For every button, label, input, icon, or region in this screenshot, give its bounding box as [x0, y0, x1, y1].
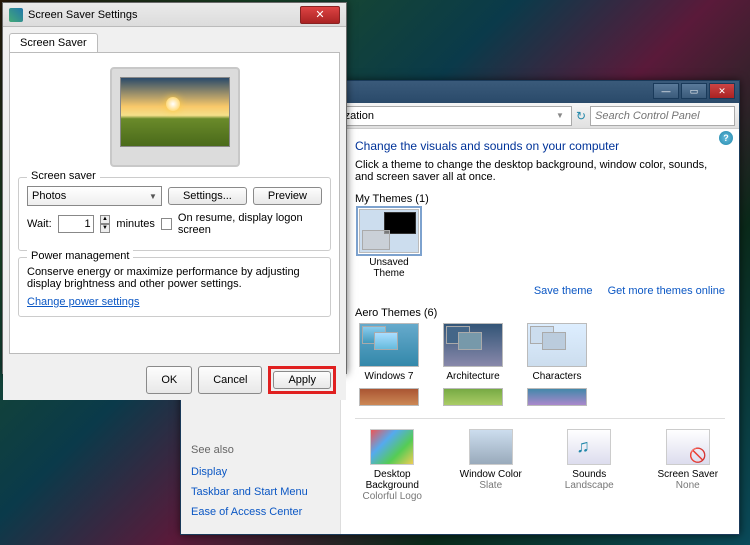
pm-legend: Power management [27, 250, 133, 262]
dialog-titlebar[interactable]: Screen Saver Settings ✕ [3, 3, 346, 27]
wait-input[interactable] [58, 215, 94, 233]
chevron-down-icon[interactable]: ▼ [556, 111, 564, 120]
theme-thumb [527, 323, 587, 367]
ok-button[interactable]: OK [146, 366, 192, 394]
resume-label: On resume, display logon screen [178, 212, 322, 236]
window-color-link[interactable]: Window Color Slate [454, 429, 529, 502]
theme-item-unsaved[interactable]: Unsaved Theme [355, 209, 423, 279]
screensaver-select[interactable]: Photos ▼ [27, 186, 162, 206]
dialog-title: Screen Saver Settings [28, 9, 300, 21]
close-button[interactable]: ✕ [300, 6, 340, 24]
theme-name: Unsaved Theme [355, 257, 423, 279]
theme-links: Save theme Get more themes online [355, 285, 725, 297]
theme-name: Characters [523, 371, 591, 382]
page-desc: Click a theme to change the desktop back… [355, 159, 725, 183]
theme-thumb [359, 209, 419, 253]
wait-spinner[interactable]: ▲▼ [100, 215, 111, 233]
refresh-icon[interactable]: ↻ [576, 109, 586, 123]
my-themes-label: My Themes (1) [355, 193, 725, 205]
power-management-fieldset: Power management Conserve energy or maxi… [18, 257, 331, 317]
desktop-bg-icon [370, 429, 414, 465]
cancel-button[interactable]: Cancel [198, 366, 262, 394]
tab-strip: Screen Saver [3, 27, 346, 52]
preview-screen [120, 77, 230, 147]
maximize-button[interactable]: ▭ [681, 83, 707, 99]
resume-checkbox[interactable] [161, 218, 172, 230]
sounds-link[interactable]: ♫ Sounds Landscape [552, 429, 627, 502]
theme-item-windows7[interactable]: Windows 7 [355, 323, 423, 382]
tab-screensaver[interactable]: Screen Saver [9, 33, 98, 52]
help-icon[interactable]: ? [719, 131, 733, 145]
aero-themes-label: Aero Themes (6) [355, 307, 725, 319]
preview-monitor [110, 67, 240, 167]
screensaver-app-icon [9, 8, 23, 22]
sidebar-link-display[interactable]: Display [191, 466, 330, 478]
screensaver-fieldset: Screen saver Photos ▼ Settings... Previe… [18, 177, 331, 251]
more-themes-link[interactable]: Get more themes online [608, 285, 725, 297]
screensaver-settings-dialog: Screen Saver Settings ✕ Screen Saver Scr… [2, 2, 347, 374]
close-button[interactable]: ✕ [709, 83, 735, 99]
apply-highlight: Apply [268, 366, 336, 394]
preview-button[interactable]: Preview [253, 187, 322, 205]
save-theme-link[interactable]: Save theme [534, 285, 593, 297]
sidebar-heading: See also [191, 444, 330, 456]
settings-button[interactable]: Settings... [168, 187, 247, 205]
sounds-icon: ♫ [567, 429, 611, 465]
minimize-button[interactable]: — [653, 83, 679, 99]
main-content: ? Change the visuals and sounds on your … [341, 129, 739, 534]
sidebar-link-taskbar[interactable]: Taskbar and Start Menu [191, 486, 330, 498]
minutes-label: minutes [116, 218, 155, 230]
dialog-button-row: OK Cancel Apply [3, 360, 346, 400]
desktop-background-link[interactable]: Desktop Background Colorful Logo [355, 429, 430, 502]
settings-row: Desktop Background Colorful Logo Window … [355, 418, 725, 502]
theme-thumb [443, 323, 503, 367]
screen-saver-link[interactable]: 🚫 Screen Saver None [651, 429, 726, 502]
chevron-down-icon: ▼ [149, 192, 157, 201]
theme-item-architecture[interactable]: Architecture [439, 323, 507, 382]
theme-name: Windows 7 [355, 371, 423, 382]
page-heading: Change the visuals and sounds on your co… [355, 139, 725, 153]
search-input[interactable] [590, 106, 735, 126]
theme-item-characters[interactable]: Characters [523, 323, 591, 382]
theme-thumb [359, 323, 419, 367]
apply-button[interactable]: Apply [273, 371, 331, 389]
theme-name: Architecture [439, 371, 507, 382]
change-power-settings-link[interactable]: Change power settings [27, 296, 140, 308]
screensaver-selected-value: Photos [32, 190, 66, 202]
screensaver-legend: Screen saver [27, 170, 100, 182]
pm-desc: Conserve energy or maximize performance … [27, 266, 322, 290]
window-color-icon [469, 429, 513, 465]
wait-label: Wait: [27, 218, 52, 230]
sidebar-link-ease[interactable]: Ease of Access Center [191, 506, 330, 518]
tab-panel: Screen saver Photos ▼ Settings... Previe… [9, 52, 340, 354]
screensaver-icon: 🚫 [666, 429, 710, 465]
